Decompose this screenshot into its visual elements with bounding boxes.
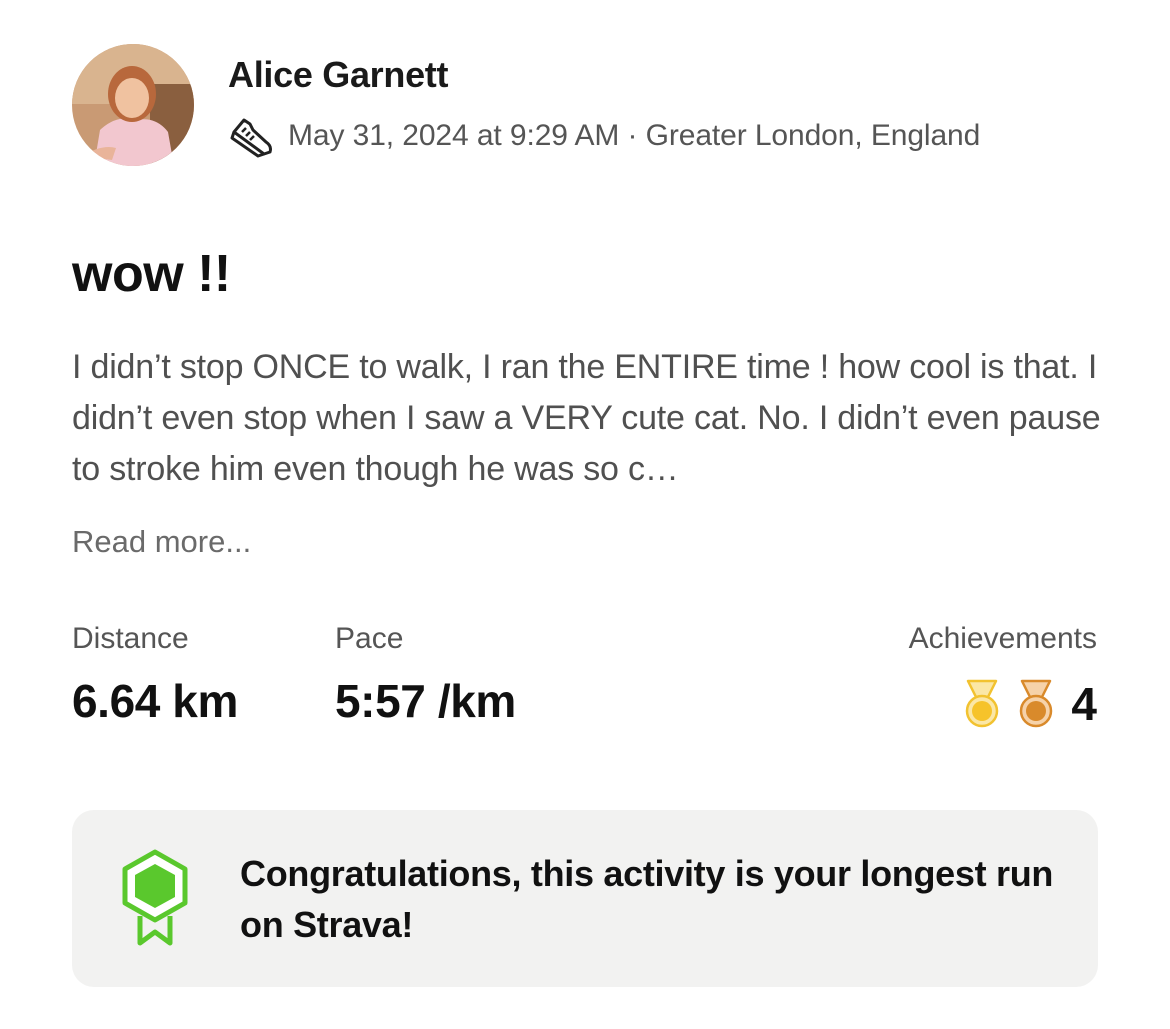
activity-meta: May 31, 2024 at 9:29 AM · Greater London… [228, 112, 980, 160]
running-shoe-icon [228, 112, 276, 160]
distance-label: Distance [72, 622, 189, 655]
avatar-photo-icon [72, 44, 194, 166]
distance-value: 6.64 km [72, 675, 238, 727]
achievements-label: Achievements [908, 622, 1097, 655]
athlete-avatar[interactable] [72, 44, 194, 166]
pace-label: Pace [335, 622, 404, 655]
gold-medal-icon [961, 678, 1003, 730]
achievements-count: 4 [1071, 678, 1097, 730]
activity-date-location: May 31, 2024 at 9:29 AM · Greater London… [288, 119, 981, 152]
achievements-summary[interactable]: 4 [961, 676, 1097, 732]
banner-message: Congratulations, this activity is your l… [240, 853, 1054, 945]
longest-run-banner[interactable]: Congratulations, this activity is your l… [72, 810, 1098, 987]
bronze-medal-icon [1015, 678, 1057, 730]
green-hexagon-badge-icon [118, 848, 192, 948]
activity-title[interactable]: wow !! [72, 244, 231, 304]
pace-value: 5:57 /km [335, 675, 516, 727]
activity-description: I didn’t stop ONCE to walk, I ran the EN… [72, 348, 1101, 488]
read-more-link[interactable]: Read more... [72, 524, 251, 560]
athlete-name[interactable]: Alice Garnett [228, 54, 448, 96]
